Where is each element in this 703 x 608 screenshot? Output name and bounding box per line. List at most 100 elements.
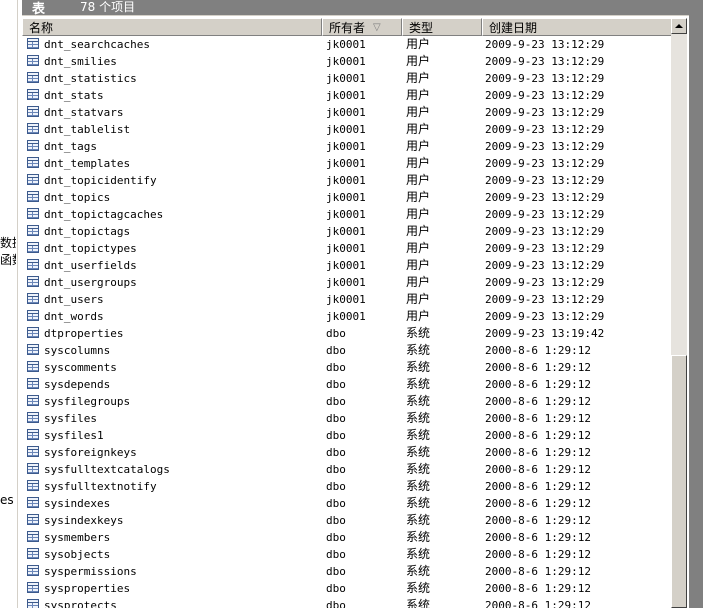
table-row[interactable]: sysindexes dbo 系统 2000-8-6 1:29:12	[22, 495, 671, 512]
column-header-created[interactable]: 创建日期	[482, 18, 687, 36]
table-icon	[27, 327, 39, 338]
row-owner: dbo	[326, 327, 346, 340]
table-row[interactable]: dtproperties dbo 系统 2009-9-23 13:19:42	[22, 325, 671, 342]
table-icon	[27, 582, 39, 593]
table-row[interactable]: dnt_topictagcaches jk0001 用户 2009-9-23 13:1…	[22, 206, 671, 223]
table-row[interactable]: dnt_statvars jk0001 用户 2009-9-23 13:12:29	[22, 104, 671, 121]
row-owner: jk0001	[326, 310, 366, 323]
table-row[interactable]: dnt_topicidentify jk0001 用户 2009-9-23 13:12…	[22, 172, 671, 189]
table-row[interactable]: sysprotects dbo 系统 2000-8-6 1:29:12	[22, 597, 671, 608]
item-count: 78 个项目	[80, 0, 136, 14]
row-owner: dbo	[326, 514, 346, 527]
table-row[interactable]: sysforeignkeys dbo 系统 2000-8-6 1:29:12	[22, 444, 671, 461]
row-owner: jk0001	[326, 276, 366, 289]
table-row[interactable]: syscolumns dbo 系统 2000-8-6 1:29:12	[22, 342, 671, 359]
row-name: dnt_stats	[44, 89, 104, 102]
row-owner: dbo	[326, 548, 346, 561]
table-icon	[27, 72, 39, 83]
table-row[interactable]: sysmembers dbo 系统 2000-8-6 1:29:12	[22, 529, 671, 546]
table-row[interactable]: sysfiles1 dbo 系统 2000-8-6 1:29:12	[22, 427, 671, 444]
row-type: 系统	[406, 394, 431, 408]
row-type: 用户	[406, 224, 431, 238]
table-row[interactable]: dnt_users jk0001 用户 2009-9-23 13:12:29	[22, 291, 671, 308]
table-row[interactable]: sysindexkeys dbo 系统 2000-8-6 1:29:12	[22, 512, 671, 529]
table-row[interactable]: dnt_searchcaches jk0001 用户 2009-9-23 13:12:…	[22, 36, 671, 53]
table-row[interactable]: syscomments dbo 系统 2000-8-6 1:29:12	[22, 359, 671, 376]
row-owner: dbo	[326, 412, 346, 425]
tree-label-fragment[interactable]: 函数	[0, 251, 16, 268]
column-header: 名称 所有者 ▽ 类型 创建日期	[22, 18, 687, 36]
pane-divider[interactable]	[17, 0, 18, 608]
table-row[interactable]: syspermissions dbo 系统 2000-8-6 1:29:12	[22, 563, 671, 580]
table-row[interactable]: sysfilegroups dbo 系统 2000-8-6 1:29:12	[22, 393, 671, 410]
column-header-owner[interactable]: 所有者 ▽	[322, 18, 402, 36]
scroll-up-button[interactable]	[671, 18, 687, 34]
table-icon	[27, 412, 39, 423]
table-icon	[27, 361, 39, 372]
row-name: dnt_topictags	[44, 225, 131, 238]
table-icon	[27, 55, 39, 66]
row-type: 系统	[406, 513, 431, 527]
table-row[interactable]: dnt_tablelist jk0001 用户 2009-9-23 13:12:29	[22, 121, 671, 138]
table-icon	[27, 259, 39, 270]
table-icon	[27, 446, 39, 457]
table-row[interactable]: dnt_topictags jk0001 用户 2009-9-23 13:12:29	[22, 223, 671, 240]
row-name: syscomments	[44, 361, 117, 374]
table-row[interactable]: dnt_words jk0001 用户 2009-9-23 13:12:29	[22, 308, 671, 325]
row-name: dnt_userfields	[44, 259, 137, 272]
table-row[interactable]: dnt_topictypes jk0001 用户 2009-9-23 13:12:29	[22, 240, 671, 257]
row-created: 2009-9-23 13:12:29	[485, 157, 605, 170]
table-row[interactable]: dnt_templates jk0001 用户 2009-9-23 13:12:29	[22, 155, 671, 172]
row-type: 系统	[406, 530, 431, 544]
table-row[interactable]: dnt_topics jk0001 用户 2009-9-23 13:12:29	[22, 189, 671, 206]
row-created: 2009-9-23 13:12:29	[485, 259, 605, 272]
table-row[interactable]: sysobjects dbo 系统 2000-8-6 1:29:12	[22, 546, 671, 563]
table-row[interactable]: dnt_userfields jk0001 用户 2009-9-23 13:12:29	[22, 257, 671, 274]
scrollbar-thumb[interactable]	[671, 355, 687, 608]
table-row[interactable]: sysfiles dbo 系统 2000-8-6 1:29:12	[22, 410, 671, 427]
row-type: 用户	[406, 275, 431, 289]
row-name: dnt_tags	[44, 140, 97, 153]
column-created-label: 创建日期	[489, 21, 538, 35]
row-created: 2009-9-23 13:12:29	[485, 106, 605, 119]
window-frame-right	[689, 0, 703, 608]
row-type: 用户	[406, 156, 431, 170]
row-created: 2009-9-23 13:12:29	[485, 174, 605, 187]
column-header-name[interactable]: 名称	[22, 18, 322, 36]
row-type: 系统	[406, 581, 431, 595]
row-type: 用户	[406, 88, 431, 102]
row-name: sysprotects	[44, 599, 117, 608]
row-name: dnt_statvars	[44, 106, 124, 119]
row-name: sysfilegroups	[44, 395, 131, 408]
column-type-label: 类型	[409, 21, 434, 35]
table-row[interactable]: dnt_smilies jk0001 用户 2009-9-23 13:12:29	[22, 53, 671, 70]
vertical-scrollbar[interactable]	[671, 18, 687, 608]
tree-label-fragment[interactable]: es	[0, 493, 16, 507]
tree-label-fragment[interactable]: 数据	[0, 234, 16, 251]
column-name-label: 名称	[29, 21, 54, 35]
row-name: sysdepends	[44, 378, 111, 391]
row-owner: jk0001	[326, 140, 366, 153]
row-created: 2000-8-6 1:29:12	[485, 514, 591, 527]
table-icon	[27, 208, 39, 219]
table-row[interactable]: sysdepends dbo 系统 2000-8-6 1:29:12	[22, 376, 671, 393]
table-row[interactable]: dnt_stats jk0001 用户 2009-9-23 13:12:29	[22, 87, 671, 104]
row-created: 2000-8-6 1:29:12	[485, 480, 591, 493]
table-row[interactable]: dnt_usergroups jk0001 用户 2009-9-23 13:12:29	[22, 274, 671, 291]
table-row[interactable]: dnt_tags jk0001 用户 2009-9-23 13:12:29	[22, 138, 671, 155]
row-owner: jk0001	[326, 259, 366, 272]
left-tree-pane-fragment: 数据 函数 es	[0, 0, 22, 608]
row-created: 2009-9-23 13:12:29	[485, 310, 605, 323]
table-row[interactable]: sysfulltextcatalogs dbo 系统 2000-8-6 1:29:12	[22, 461, 671, 478]
table-icon	[27, 276, 39, 287]
row-created: 2000-8-6 1:29:12	[485, 497, 591, 510]
table-row[interactable]: sysproperties dbo 系统 2000-8-6 1:29:12	[22, 580, 671, 597]
column-header-type[interactable]: 类型	[402, 18, 482, 36]
row-name: sysfulltextnotify	[44, 480, 157, 493]
table-icon	[27, 242, 39, 253]
table-row[interactable]: dnt_statistics jk0001 用户 2009-9-23 13:12:29	[22, 70, 671, 87]
row-created: 2000-8-6 1:29:12	[485, 344, 591, 357]
row-created: 2000-8-6 1:29:12	[485, 582, 591, 595]
row-type: 系统	[406, 598, 431, 608]
table-row[interactable]: sysfulltextnotify dbo 系统 2000-8-6 1:29:12	[22, 478, 671, 495]
